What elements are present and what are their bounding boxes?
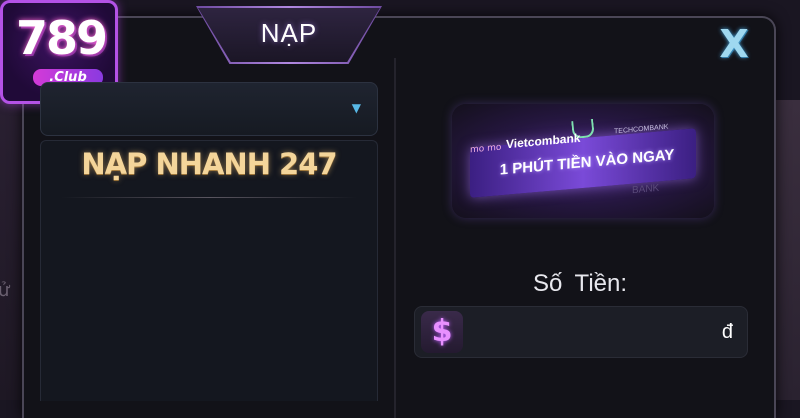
background-partial-text: ử: [0, 280, 10, 301]
column-divider: [394, 58, 396, 418]
banner-watermark: BANK: [632, 182, 660, 197]
method-item-nap-nhanh[interactable]: NẠP NHANH 247: [41, 147, 377, 181]
close-button[interactable]: X: [716, 25, 752, 63]
method-list-panel: NẠP NHANH 247: [40, 140, 378, 401]
modal-title: NẠP: [260, 18, 318, 48]
promo-banner: mo mo Vietcombank TECHCOMBANK 1 PHÚT TIỀ…: [452, 104, 714, 218]
amount-field[interactable]: $ đ: [414, 306, 748, 358]
currency-label: đ: [721, 321, 733, 343]
chevron-down-icon[interactable]: ▼: [352, 101, 361, 115]
amount-input[interactable]: [471, 315, 705, 349]
logo-number: 789: [15, 11, 108, 65]
method-divider: [61, 197, 357, 198]
payment-method-dropdown[interactable]: ▼: [40, 82, 378, 136]
dollar-icon: $: [421, 311, 463, 353]
amount-label: Số Tiền:: [532, 270, 628, 297]
